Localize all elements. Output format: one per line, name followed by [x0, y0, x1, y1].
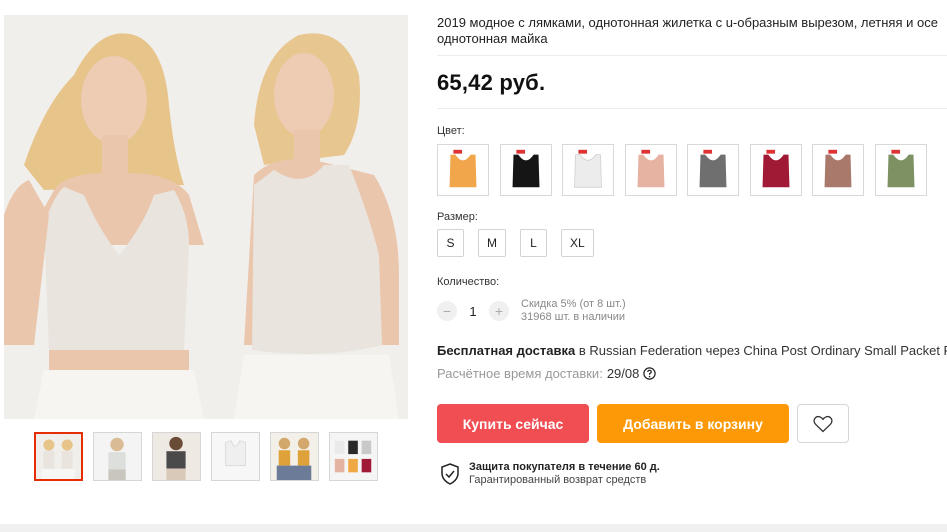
quantity-value[interactable]: 1 — [457, 304, 489, 319]
shipping-info: Бесплатная доставка в Russian Federation… — [437, 343, 947, 358]
buyer-protection: Защита покупателя в течение 60 д. Гарант… — [440, 461, 660, 487]
delivery-date: 29/08 — [606, 366, 640, 381]
size-option-s[interactable]: S — [437, 229, 464, 257]
color-options — [437, 144, 927, 196]
action-buttons: Купить сейчас Добавить в корзину — [437, 404, 849, 443]
quantity-decrease-button[interactable]: − — [437, 301, 457, 321]
size-options: S M L XL — [437, 229, 594, 257]
quantity-label: Количество: — [437, 276, 500, 288]
discount-text: Скидка 5% (от 8 шт.) — [521, 298, 626, 310]
quantity-info: Скидка 5% (от 8 шт.) 31968 шт. в наличии — [521, 298, 626, 324]
color-swatch-white[interactable] — [562, 144, 614, 196]
size-option-xl[interactable]: XL — [561, 229, 594, 257]
size-option-l[interactable]: L — [520, 229, 547, 257]
color-swatch-orange[interactable] — [437, 144, 489, 196]
thumbnail-1[interactable] — [34, 432, 83, 481]
protection-title: Защита покупателя в течение 60 д. — [469, 461, 660, 473]
product-title-line-2: однотонная майка — [437, 31, 548, 46]
stock-text: 31968 шт. в наличии — [521, 311, 626, 323]
product-price: 65,42 руб. — [437, 70, 546, 95]
wishlist-button[interactable] — [797, 404, 849, 443]
thumbnail-5[interactable] — [270, 432, 319, 481]
main-product-image[interactable] — [4, 15, 408, 419]
free-shipping-label: Бесплатная доставка — [437, 343, 576, 358]
size-option-m[interactable]: M — [478, 229, 506, 257]
product-title: 2019 модное с лямками, однотонная жилетк… — [437, 15, 947, 47]
add-to-cart-button[interactable]: Добавить в корзину — [597, 404, 789, 443]
thumbnail-2[interactable] — [93, 432, 142, 481]
title-divider — [437, 55, 947, 56]
color-swatch-burgundy[interactable] — [749, 144, 802, 196]
thumbnail-6[interactable] — [329, 432, 378, 481]
protection-subtitle: Гарантированный возврат средств — [469, 474, 647, 486]
product-info: 2019 модное с лямками, однотонная жилетк… — [437, 15, 947, 47]
delivery-estimate-label: Расчётное время доставки: — [437, 366, 603, 381]
shipping-details: в Russian Federation через China Post Or… — [575, 343, 947, 358]
quantity-stepper: − 1 + Скидка 5% (от 8 шт.) 31968 шт. в н… — [437, 298, 626, 324]
color-swatch-green[interactable] — [874, 144, 927, 196]
product-title-line-1: 2019 модное с лямками, однотонная жилетк… — [437, 15, 938, 30]
buy-now-button[interactable]: Купить сейчас — [437, 404, 589, 443]
size-label: Размер: — [437, 211, 478, 223]
thumbnail-3[interactable] — [152, 432, 201, 481]
thumbnail-strip — [34, 432, 378, 481]
quantity-increase-button[interactable]: + — [489, 301, 509, 321]
price-divider — [437, 108, 947, 109]
delivery-estimate: Расчётное время доставки: 29/08 — [437, 366, 657, 381]
color-swatch-gray[interactable] — [687, 144, 739, 196]
heart-icon — [813, 415, 833, 432]
help-icon[interactable] — [643, 367, 657, 380]
thumbnail-4[interactable] — [211, 432, 260, 481]
color-label: Цвет: — [437, 125, 465, 137]
shield-check-icon — [441, 463, 459, 485]
page-bottom-band — [0, 524, 947, 532]
color-swatch-pink[interactable] — [624, 144, 677, 196]
color-swatch-brown[interactable] — [812, 144, 864, 196]
color-swatch-black[interactable] — [499, 144, 552, 196]
